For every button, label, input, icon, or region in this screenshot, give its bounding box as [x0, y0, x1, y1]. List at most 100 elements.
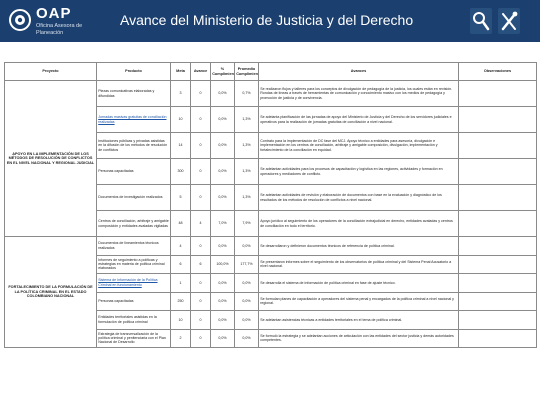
observaciones-cell [458, 310, 537, 330]
observaciones-cell [458, 132, 537, 159]
producto-cell: Estrategia de transversalización de la p… [96, 328, 171, 348]
cumplimiento-cell: 100,0% [210, 254, 235, 274]
table-row: APOYO EN LA IMPLEMENTACIÓN DE LOS MÉTODO… [4, 80, 537, 237]
cumplimiento-cell: 0,0% [210, 328, 235, 348]
proyecto-cell: APOYO EN LA IMPLEMENTACIÓN DE LOS MÉTODO… [4, 80, 97, 237]
cumplimiento-cell: 0,0% [210, 291, 235, 311]
meta-cell: 14 [170, 132, 191, 159]
avance-cell: 0 [190, 106, 211, 133]
observaciones-cell [458, 291, 537, 311]
oap-logo-icon [9, 9, 31, 31]
producto-cell[interactable]: Sistema de Información de la Política Cr… [96, 273, 171, 293]
table-row: FORTALECIMIENTO DE LA FORMULACIÓN DE LA … [4, 236, 537, 348]
column-header: Producto [96, 62, 171, 81]
avances-cell: Se formuló la estrategia y se adelantan … [258, 328, 459, 348]
promedio-cell: 0,0% [234, 236, 259, 256]
promedio-cell: 1,3% [234, 132, 259, 159]
logo-text: OAP [36, 5, 72, 22]
cumplimiento-cell: 0,0% [210, 132, 235, 159]
producto-cell[interactable]: Jornadas masivas gratuitas de conciliaci… [96, 106, 171, 133]
meta-cell: 10 [170, 310, 191, 330]
promedio-cell: 177,7% [234, 254, 259, 274]
avances-cell: Se desarrolla el sistema de información … [258, 273, 459, 293]
meta-cell: 300 [170, 158, 191, 185]
promedio-cell: 0,0% [234, 291, 259, 311]
avances-cell: Se formulan planes de capacitación a ope… [258, 291, 459, 311]
avances-cell: Contrato para la implementación de DC fa… [258, 132, 459, 159]
avance-cell: 0 [190, 291, 211, 311]
avances-cell: Se realizaron flujos y talleres para los… [258, 80, 459, 107]
meta-cell: 2 [170, 328, 191, 348]
meta-cell: 250 [170, 291, 191, 311]
avance-cell: 0 [190, 310, 211, 330]
observaciones-cell [458, 106, 537, 133]
meta-cell: 10 [170, 106, 191, 133]
avances-cell: Se adelantan actividades de revisión y e… [258, 184, 459, 211]
promedio-cell: 1,3% [234, 158, 259, 185]
observaciones-cell [458, 236, 537, 256]
search-icon[interactable] [470, 8, 492, 34]
cumplimiento-cell: 0,0% [210, 106, 235, 133]
logo-subtitle: Oficina Asesora de Planeación [36, 23, 83, 36]
promedio-cell: 1,3% [234, 184, 259, 211]
observaciones-cell [458, 184, 537, 211]
column-header: Meta [170, 62, 191, 81]
avance-cell: 6 [190, 254, 211, 274]
avance-cell: 0 [190, 184, 211, 211]
avances-cell: Se adelantan actividades para los proces… [258, 158, 459, 185]
producto-cell: Centros de conciliación, arbitraje y ami… [96, 210, 171, 237]
observaciones-cell [458, 80, 537, 107]
avances-cell: Se presentaron informes sobre el seguimi… [258, 254, 459, 274]
proyecto-cell: FORTALECIMIENTO DE LA FORMULACIÓN DE LA … [4, 236, 97, 348]
producto-cell: Documentos de lineamientos técnicos real… [96, 236, 171, 256]
column-header: Avance [190, 62, 211, 81]
column-header: Proyecto [4, 62, 97, 81]
column-header: Observaciones [458, 62, 537, 81]
promedio-cell: 7,9% [234, 210, 259, 237]
avances-cell: Se adelanta planificación de las jornada… [258, 106, 459, 133]
avance-cell: 4 [190, 210, 211, 237]
observaciones-cell [458, 210, 537, 237]
oap-logo: OAP Oficina Asesora de Planeación [8, 5, 118, 37]
page-title: Avance del Ministerio de Justicia y del … [120, 12, 414, 28]
producto-cell: Personas capacitadas [96, 291, 171, 311]
column-header: % Cumplimiento [210, 62, 235, 81]
promedio-cell: 0,7% [234, 80, 259, 107]
header-bar: OAP Oficina Asesora de Planeación Avance… [0, 0, 540, 42]
observaciones-cell [458, 273, 537, 293]
avances-cell: Se adelantan asistencias técnicas a enti… [258, 310, 459, 330]
tools-icon[interactable] [498, 8, 520, 34]
producto-cell: Entidades territoriales asistidas en la … [96, 310, 171, 330]
producto-cell: Informes de seguimiento a políticas y es… [96, 254, 171, 274]
column-header: Avances [258, 62, 459, 81]
avance-cell: 0 [190, 80, 211, 107]
cumplimiento-cell: 0,0% [210, 158, 235, 185]
promedio-cell: 0,0% [234, 310, 259, 330]
cumplimiento-cell: 0,0% [210, 273, 235, 293]
meta-cell: 6 [170, 254, 191, 274]
avance-table: Proyecto Producto Meta Avance % Cumplimi… [4, 62, 537, 348]
observaciones-cell [458, 158, 537, 185]
cumplimiento-cell: 0,0% [210, 184, 235, 211]
avance-cell: 0 [190, 328, 211, 348]
table-body: APOYO EN LA IMPLEMENTACIÓN DE LOS MÉTODO… [4, 80, 537, 348]
producto-cell: Instituciones públicas y privadas asisti… [96, 132, 171, 159]
meta-cell: 4 [170, 236, 191, 256]
cumplimiento-cell: 0,0% [210, 236, 235, 256]
promedio-cell: 0,0% [234, 328, 259, 348]
producto-cell: Personas capacitadas [96, 158, 171, 185]
avance-cell: 0 [190, 158, 211, 185]
observaciones-cell [458, 328, 537, 348]
avance-cell: 0 [190, 236, 211, 256]
observaciones-cell [458, 254, 537, 274]
meta-cell: 1 [170, 273, 191, 293]
column-header: Promedio Cumplimiento [234, 62, 259, 81]
cumplimiento-cell: 0,0% [210, 310, 235, 330]
meta-cell: 5 [170, 184, 191, 211]
producto-cell: Piezas comunicativas elaboradas y difund… [96, 80, 171, 107]
producto-cell: Documentos de investigación realizados [96, 184, 171, 211]
promedio-cell: 0,0% [234, 273, 259, 293]
meta-cell: 3 [170, 80, 191, 107]
avance-cell: 0 [190, 132, 211, 159]
table-header-row: Proyecto Producto Meta Avance % Cumplimi… [4, 62, 537, 81]
